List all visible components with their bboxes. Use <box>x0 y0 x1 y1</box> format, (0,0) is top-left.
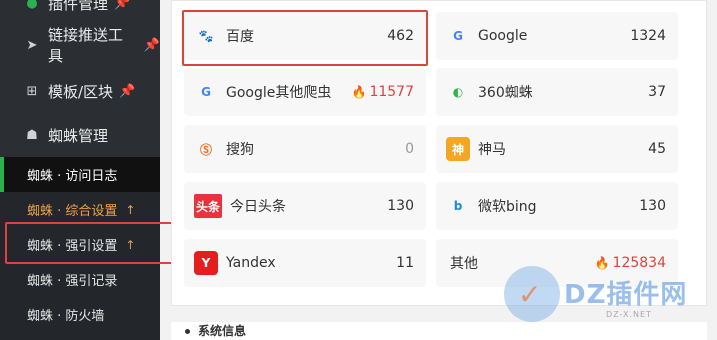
app-root: ● 插件管理 📌 ➤ 链接推送工具 📌 ⊞ 模板/区块 📌 ☗ 蜘蛛管理 蜘蛛 … <box>0 0 717 340</box>
windows-icon: ⊞ <box>26 83 38 99</box>
sidebar-item-label: 蜘蛛管理 <box>48 126 109 145</box>
spider-card-bing[interactable]: b 微软bing 130 <box>436 182 678 230</box>
sidebar-sub-force-records[interactable]: 蜘蛛 · 强引记录 <box>0 262 160 297</box>
spider-card-360[interactable]: ◐ 360蜘蛛 37 <box>436 68 678 116</box>
sidebar-sub-more <box>0 332 160 340</box>
spider-card-google[interactable]: G Google 1324 <box>436 12 678 60</box>
spider-count: 45 <box>648 141 666 157</box>
pin-icon: 📌 <box>114 0 131 11</box>
sidebar-item-templates[interactable]: ⊞ 模板/区块 📌 <box>0 66 160 116</box>
bing-icon: b <box>453 199 463 213</box>
yandex-icon: Y <box>194 251 218 275</box>
section-title-text: 系统信息 <box>198 324 247 338</box>
spider-count-value: 11577 <box>369 84 414 100</box>
toutiao-icon: 头条 <box>194 194 222 218</box>
spider-name: 360蜘蛛 <box>478 85 533 101</box>
pin-icon: 📌 <box>143 37 160 53</box>
watermark-url: DZ-X.NET <box>606 310 652 319</box>
spider-count: 🔥 11577 <box>352 84 415 100</box>
spider-name: Yandex <box>226 255 276 271</box>
spider-stats-panel: 🐾 百度 462 G Google 1324 G Google其他爬虫 🔥 115… <box>171 0 707 306</box>
sidebar: ● 插件管理 📌 ➤ 链接推送工具 📌 ⊞ 模板/区块 📌 ☗ 蜘蛛管理 蜘蛛 … <box>0 0 160 340</box>
spider-count: 130 <box>639 198 666 214</box>
sidebar-item-label: 插件管理 <box>48 0 109 13</box>
spider-name: Google其他爬虫 <box>226 85 332 101</box>
check-icon: ✓ <box>518 278 542 311</box>
flame-icon: 🔥 <box>351 85 367 99</box>
spider-name: 微软bing <box>478 199 537 215</box>
spider-count: 0 <box>405 141 414 157</box>
pin-icon: 📌 <box>119 83 136 99</box>
bullet-icon <box>185 329 190 334</box>
spider-card-google-other[interactable]: G Google其他爬虫 🔥 11577 <box>184 68 426 116</box>
arrow-up-icon: ↑ <box>125 202 136 217</box>
watermark-brand: DZ插件网 <box>564 280 688 310</box>
send-icon: ➤ <box>26 37 38 53</box>
spider-name: 神马 <box>478 142 506 158</box>
sidebar-item-label: 模板/区块 <box>48 82 114 101</box>
360-icon: ◐ <box>452 85 464 99</box>
spider-card-shenma[interactable]: 神 神马 45 <box>436 125 678 173</box>
shenma-icon: 神 <box>446 137 470 161</box>
sidebar-item-link-push[interactable]: ➤ 链接推送工具 📌 <box>0 20 160 70</box>
sidebar-item-label: 链接推送工具 <box>47 26 123 65</box>
sidebar-sub-label: 蜘蛛 · 综合设置 <box>27 204 118 219</box>
highlight-box <box>182 10 428 66</box>
spider-name: Google <box>478 28 528 44</box>
spider-count: 1324 <box>630 28 666 44</box>
google-icon: G <box>453 29 463 43</box>
sidebar-sub-label: 蜘蛛 · 强引记录 <box>27 274 118 289</box>
sidebar-item-spider-manage[interactable]: ☗ 蜘蛛管理 <box>0 110 160 160</box>
highlight-box <box>5 222 175 264</box>
watermark: ✓ DZ插件网 DZ-X.NET <box>500 262 710 332</box>
watermark-logo: ✓ <box>504 266 560 322</box>
sidebar-sub-firewall[interactable]: 蜘蛛 · 防火墙 <box>0 297 160 332</box>
spider-count: 11 <box>396 255 414 271</box>
spider-card-toutiao[interactable]: 头条 今日头条 130 <box>184 182 426 230</box>
plugin-icon: ● <box>26 0 38 11</box>
spider-count: 37 <box>648 84 666 100</box>
spider-card-yandex[interactable]: Y Yandex 11 <box>184 239 426 287</box>
sidebar-sub-access-log[interactable]: 蜘蛛 · 访问日志 <box>0 157 160 192</box>
sidebar-sub-label: 蜘蛛 · 防火墙 <box>27 309 105 324</box>
spider-name: 今日头条 <box>230 199 286 215</box>
sidebar-sub-label: 蜘蛛 · 访问日志 <box>27 169 118 184</box>
spider-card-sogou[interactable]: Ⓢ 搜狗 0 <box>184 125 426 173</box>
spider-name: 搜狗 <box>226 142 254 158</box>
sogou-icon: Ⓢ <box>199 142 212 157</box>
spider-count: 130 <box>387 198 414 214</box>
google-icon: G <box>201 85 211 99</box>
android-icon: ☗ <box>26 127 38 143</box>
